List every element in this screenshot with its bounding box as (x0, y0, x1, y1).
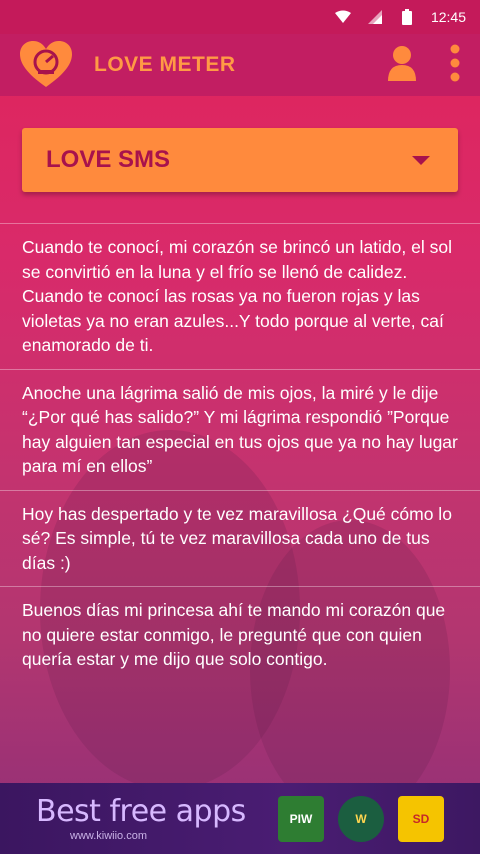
sms-text: Buenos días mi princesa ahí te mando mi … (22, 600, 446, 669)
category-dropdown[interactable]: LOVE SMS (22, 128, 458, 192)
ad-banner[interactable]: Best free apps www.kiwiio.com PIW W SD (0, 783, 480, 854)
ad-headline: Best free apps (36, 793, 246, 829)
heart-meter-logo-icon (20, 39, 72, 91)
sms-list-item[interactable]: Cuando te conocí, mi corazón se brincó u… (0, 223, 480, 369)
ad-app-icon-piw[interactable]: PIW (278, 795, 324, 842)
sms-text: Hoy has despertado y te vez maravillosa … (22, 503, 452, 573)
status-time: 12:45 (430, 9, 466, 25)
sms-list-item[interactable]: Hoy has despertado y te vez maravillosa … (0, 489, 480, 587)
wifi-icon (334, 9, 351, 25)
sms-list-item[interactable]: Buenos días mi princesa ahí te mando mi … (0, 586, 480, 683)
app-title: LOVE METER (94, 53, 236, 76)
ad-app-icon-sd[interactable]: SD (398, 795, 444, 842)
battery-icon (399, 9, 415, 25)
sms-text: Anoche una lágrima salió de mis ojos, la… (22, 382, 458, 477)
signal-icon (367, 9, 383, 25)
ad-url: www.kiwiio.com (70, 829, 148, 842)
ad-app-icon-w[interactable]: W (338, 795, 384, 842)
user-icon[interactable] (388, 45, 416, 86)
category-dropdown-label: LOVE SMS (46, 146, 171, 173)
status-bar: 12:45 (0, 0, 480, 34)
sms-text: Cuando te conocí, mi corazón se brincó u… (22, 237, 452, 355)
sms-list: Cuando te conocí, mi corazón se brincó u… (0, 223, 480, 683)
sms-list-item[interactable]: Anoche una lágrima salió de mis ojos, la… (0, 368, 480, 490)
more-vert-icon[interactable] (450, 44, 460, 87)
app-bar: LOVE METER (0, 34, 480, 96)
dropdown-arrow-icon (412, 155, 430, 165)
